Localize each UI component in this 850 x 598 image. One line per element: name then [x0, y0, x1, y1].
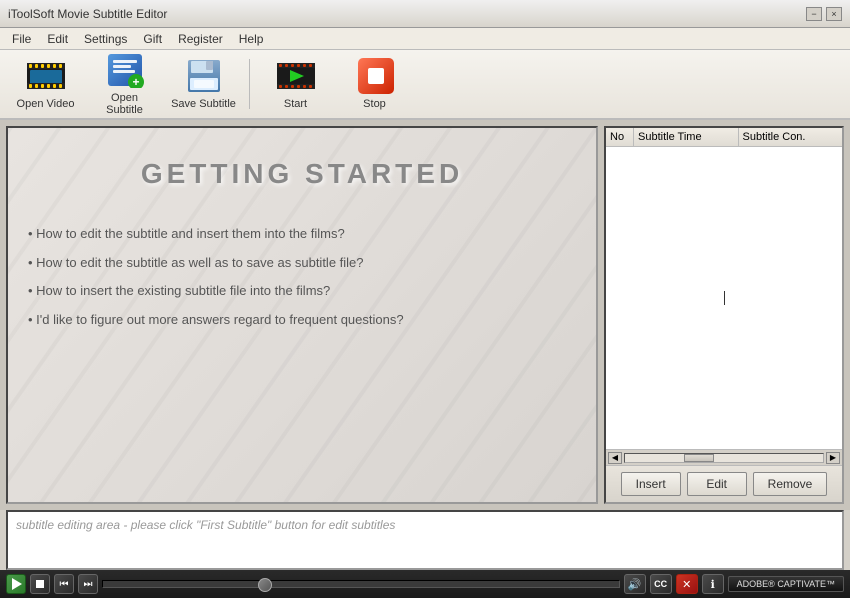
subtitle-edit-area[interactable]: subtitle editing area - please click "Fi… [6, 510, 844, 570]
title-bar: iToolSoft Movie Subtitle Editor − × [0, 0, 850, 28]
stop-icon-box [355, 58, 395, 94]
start-label: Start [284, 98, 307, 110]
window-controls: − × [806, 7, 842, 21]
next-button[interactable]: ⏭ [78, 574, 98, 594]
main-area: GETTING STARTED How to edit the subtitle… [0, 120, 850, 510]
menu-gift[interactable]: Gift [135, 30, 170, 48]
toolbar: Open Video + Open Subtitle [0, 50, 850, 120]
col-content-header: Subtitle Con. [739, 128, 843, 146]
content-panel: GETTING STARTED How to edit the subtitle… [6, 126, 598, 504]
prev-icon: ⏮ [60, 579, 69, 590]
insert-button[interactable]: Insert [621, 472, 681, 496]
minimize-button[interactable]: − [806, 7, 822, 21]
volume-icon: 🔊 [628, 578, 642, 591]
close-button[interactable]: × [826, 7, 842, 21]
menu-bar: File Edit Settings Gift Register Help [0, 28, 850, 50]
window-title: iToolSoft Movie Subtitle Editor [8, 7, 167, 21]
captivate-badge: ADOBE® CAPTIVATE™ [728, 576, 844, 592]
play-icon [12, 578, 22, 590]
open-subtitle-label: Open Subtitle [92, 92, 157, 116]
cc-button[interactable]: CC [650, 574, 672, 594]
stop-label: Stop [363, 98, 386, 110]
start-button[interactable]: Start [258, 53, 333, 115]
stop-playback-button[interactable] [30, 574, 50, 594]
close-playback-button[interactable]: ✕ [676, 574, 698, 594]
open-video-label: Open Video [17, 98, 75, 110]
remove-button[interactable]: Remove [753, 472, 828, 496]
list-item: How to insert the existing subtitle file… [28, 277, 576, 306]
play-button[interactable] [6, 574, 26, 594]
content-list: How to edit the subtitle and insert them… [8, 210, 596, 344]
open-subtitle-icon: + [106, 52, 144, 88]
horizontal-scrollbar[interactable]: ◀ ▶ [606, 449, 842, 465]
seek-bar[interactable] [102, 580, 620, 588]
open-video-icon [26, 59, 66, 93]
scroll-track[interactable] [624, 453, 824, 463]
subtitle-panel: No Subtitle Time Subtitle Con. ◀ ▶ Inser… [604, 126, 844, 504]
toolbar-separator-1 [249, 59, 250, 109]
menu-file[interactable]: File [4, 30, 39, 48]
prev-button[interactable]: ⏮ [54, 574, 74, 594]
action-buttons: Insert Edit Remove [606, 465, 842, 502]
menu-register[interactable]: Register [170, 30, 231, 48]
save-subtitle-button[interactable]: Save Subtitle [166, 53, 241, 115]
scroll-right-arrow[interactable]: ▶ [826, 452, 840, 464]
stop-button[interactable]: Stop [337, 53, 412, 115]
col-time-header: Subtitle Time [634, 128, 739, 146]
playback-bar: ⏮ ⏭ 🔊 CC ✕ ℹ ADOBE® CAPTIVATE™ [0, 570, 850, 598]
cc-icon: CC [654, 579, 667, 589]
scroll-thumb[interactable] [684, 454, 714, 462]
open-video-icon-box [26, 58, 66, 94]
menu-settings[interactable]: Settings [76, 30, 135, 48]
text-cursor [724, 291, 725, 305]
info-button[interactable]: ℹ [702, 574, 724, 594]
subtitle-table-header: No Subtitle Time Subtitle Con. [606, 128, 842, 147]
menu-help[interactable]: Help [231, 30, 272, 48]
subtitle-edit-placeholder: subtitle editing area - please click "Fi… [16, 518, 395, 532]
open-subtitle-icon-box: + [105, 52, 145, 88]
edit-button[interactable]: Edit [687, 472, 747, 496]
stop-icon [355, 55, 395, 97]
subtitle-table-body[interactable] [606, 147, 842, 449]
save-subtitle-icon-box [184, 58, 224, 94]
scroll-left-arrow[interactable]: ◀ [608, 452, 622, 464]
info-icon: ℹ [711, 578, 715, 591]
start-icon [276, 59, 316, 93]
open-subtitle-button[interactable]: + Open Subtitle [87, 53, 162, 115]
list-item: How to edit the subtitle and insert them… [28, 220, 576, 249]
volume-button[interactable]: 🔊 [624, 574, 646, 594]
save-subtitle-icon [186, 58, 222, 94]
list-item: I'd like to figure out more answers rega… [28, 306, 576, 335]
col-no-header: No [606, 128, 634, 146]
next-icon: ⏭ [84, 579, 93, 590]
svg-text:+: + [132, 75, 139, 88]
stop-playback-icon [36, 580, 44, 588]
menu-edit[interactable]: Edit [39, 30, 76, 48]
open-video-button[interactable]: Open Video [8, 53, 83, 115]
close-playback-icon: ✕ [682, 578, 691, 591]
start-icon-box [276, 58, 316, 94]
seek-thumb[interactable] [258, 578, 272, 592]
list-item: How to edit the subtitle as well as to s… [28, 249, 576, 278]
getting-started-title: GETTING STARTED [8, 158, 596, 190]
save-subtitle-label: Save Subtitle [171, 98, 236, 110]
